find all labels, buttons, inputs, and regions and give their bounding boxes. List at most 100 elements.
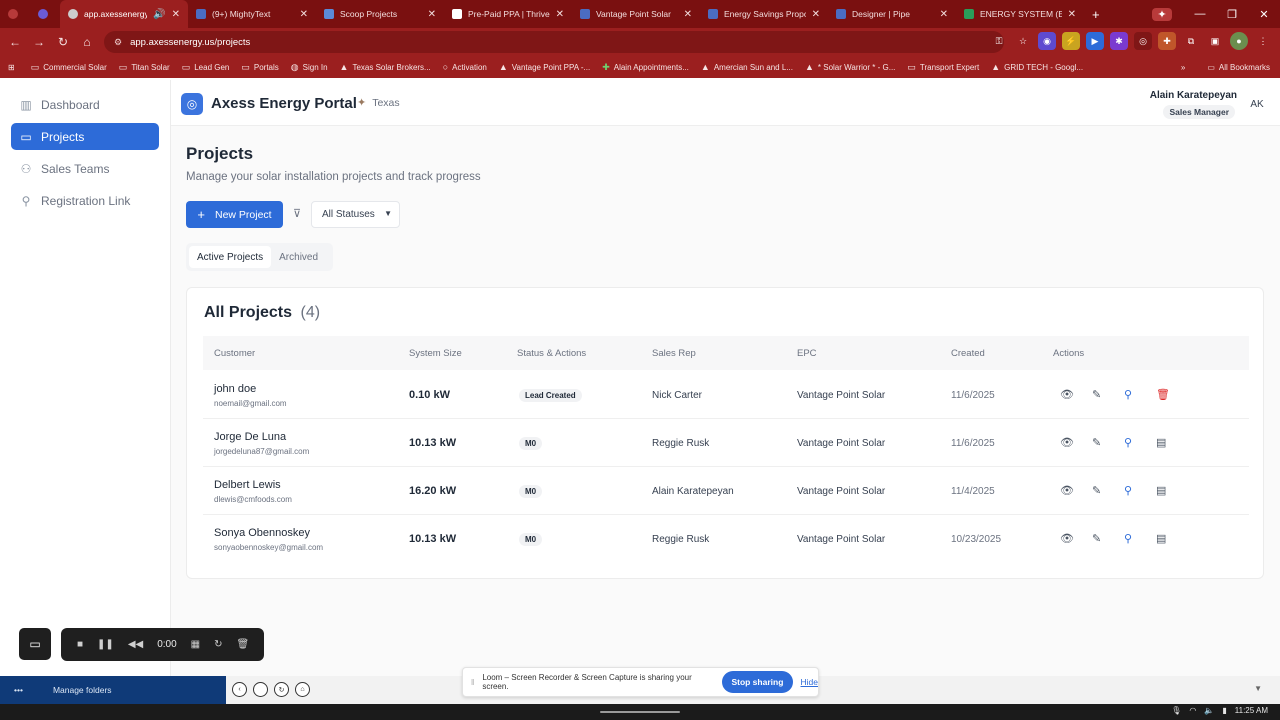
site-info-icon[interactable]: ⚙ <box>114 37 122 48</box>
refresh-circle-icon[interactable]: ↻ <box>274 682 289 697</box>
close-icon[interactable]: ✕ <box>428 9 436 20</box>
bookmark-item[interactable]: ▲ Amercian Sun and L... <box>701 62 793 72</box>
mic-icon[interactable]: 🎙 <box>1171 706 1181 715</box>
portal-logo-icon[interactable]: ◎ <box>181 93 203 115</box>
close-icon[interactable]: ✕ <box>172 9 180 20</box>
bookmark-item[interactable]: ▭ Commercial Solar <box>31 62 107 73</box>
browser-tab-active[interactable]: app.axessenergy.us 🔊 ✕ <box>60 0 188 28</box>
minimize-icon[interactable]: — <box>1184 8 1216 20</box>
browser-tab[interactable]: Pre-Paid PPA | Thrive P ✕ <box>444 0 572 28</box>
new-tab-button[interactable]: + <box>1084 0 1104 28</box>
restart-icon[interactable]: ↻ <box>214 639 222 650</box>
all-bookmarks[interactable]: » ▭ All Bookmarks <box>1181 56 1270 78</box>
bookmark-item[interactable]: ▭ Lead Gen <box>182 62 230 73</box>
sidebar-item-dashboard[interactable]: ▥ Dashboard <box>11 91 159 118</box>
status-badge[interactable]: Lead Created <box>519 389 582 402</box>
extension-icon[interactable]: ✚ <box>1158 32 1176 50</box>
browser-tab[interactable]: Energy Savings Propos ✕ <box>700 0 828 28</box>
customer-name[interactable]: Delbert Lewis <box>214 479 281 491</box>
forward-icon[interactable]: → <box>27 35 51 49</box>
maximize-icon[interactable]: ❐ <box>1216 8 1248 21</box>
bookmark-star-icon[interactable]: ☆ <box>1014 32 1032 50</box>
sidebar-item-projects[interactable]: ▭ Projects <box>11 123 159 150</box>
view-icon[interactable]: 👁 <box>1060 388 1074 401</box>
stop-recording-icon[interactable]: ■ <box>77 639 83 650</box>
status-badge[interactable]: M0 <box>519 437 543 450</box>
browser-tab[interactable] <box>30 0 60 28</box>
side-panel-icon[interactable]: ▣ <box>1206 32 1224 50</box>
apps-icon[interactable]: ⊞ <box>8 63 15 72</box>
bookmark-item[interactable]: ▲ Vantage Point PPA -... <box>499 62 590 72</box>
archive-icon[interactable]: ▤ <box>1156 532 1166 545</box>
password-key-icon[interactable]: ⚿ <box>990 32 1008 50</box>
close-window-icon[interactable]: ✕ <box>1248 8 1280 21</box>
tab-active-projects[interactable]: Active Projects <box>189 246 272 268</box>
assign-user-icon[interactable]: ⚲ <box>1124 484 1132 497</box>
customer-name[interactable]: Jorge De Luna <box>214 431 286 443</box>
chevron-right-icon[interactable]: » <box>1181 63 1185 72</box>
customer-name[interactable]: Sonya Obennoskey <box>214 527 310 539</box>
menu-icon[interactable]: ⋮ <box>1254 32 1272 50</box>
assign-user-icon[interactable]: ⚲ <box>1124 532 1132 545</box>
archive-icon[interactable]: ▤ <box>1156 436 1166 449</box>
blank-circle-icon[interactable] <box>253 682 268 697</box>
sidebar-item-sales-teams[interactable]: ⚇ Sales Teams <box>11 155 159 182</box>
archive-icon[interactable]: ▤ <box>1156 484 1166 497</box>
browser-tab[interactable]: Vantage Point Solar ✕ <box>572 0 700 28</box>
sidebar-item-registration-link[interactable]: ⚲ Registration Link <box>11 187 159 214</box>
extension-icon[interactable]: ◉ <box>1038 32 1056 50</box>
close-icon[interactable]: ✕ <box>1068 9 1076 20</box>
wifi-icon[interactable]: ◠ <box>1189 706 1196 715</box>
tab-archived[interactable]: Archived <box>271 246 326 268</box>
bookmark-item[interactable]: ▭ Portals <box>241 62 278 73</box>
assign-user-icon[interactable]: ⚲ <box>1124 388 1132 401</box>
bookmark-item[interactable]: ▲ * Solar Warrior * - G... <box>805 62 895 72</box>
extension-icon[interactable]: ◎ <box>1134 32 1152 50</box>
manage-folders-bar[interactable]: ••• Manage folders <box>0 676 226 704</box>
bookmark-item[interactable]: ▭ Transport Expert <box>907 62 979 73</box>
view-icon[interactable]: 👁 <box>1060 532 1074 545</box>
close-icon[interactable]: ✕ <box>684 9 692 20</box>
new-project-button[interactable]: + New Project <box>186 201 283 228</box>
stop-sharing-button[interactable]: Stop sharing <box>722 671 793 693</box>
edit-icon[interactable]: ✎ <box>1092 532 1101 545</box>
close-icon[interactable]: ✕ <box>940 9 948 20</box>
profile-icon[interactable]: ● <box>1230 32 1248 50</box>
status-filter-select[interactable]: All Statuses ▼ <box>311 201 400 228</box>
delete-icon[interactable]: 🗑 <box>1156 388 1170 401</box>
extension-icon[interactable]: ▶ <box>1086 32 1104 50</box>
close-icon[interactable]: ✕ <box>812 9 820 20</box>
status-badge[interactable]: M0 <box>519 533 543 546</box>
grid-icon[interactable]: ▦ <box>191 639 200 650</box>
clock[interactable]: 11:25 AM <box>1235 706 1268 715</box>
hide-link[interactable]: Hide <box>801 677 818 687</box>
assign-user-icon[interactable]: ⚲ <box>1124 436 1132 449</box>
bookmark-item[interactable]: ▲ GRID TECH - Googl... <box>991 62 1083 72</box>
drag-handle-icon[interactable]: ‖ <box>471 678 474 687</box>
bookmark-item[interactable]: ✚ Alain Appointments... <box>602 62 689 73</box>
home-circle-icon[interactable]: ⌂ <box>295 682 310 697</box>
bookmark-item[interactable]: ▭ Titan Solar <box>119 62 170 73</box>
bookmark-item[interactable]: ○ Activation <box>443 62 487 72</box>
browser-tab[interactable]: Designer | Pipe ✕ <box>828 0 956 28</box>
home-icon[interactable]: ⌂ <box>75 35 99 49</box>
customer-name[interactable]: john doe <box>214 383 256 395</box>
rewind-icon[interactable]: ◀◀ <box>128 639 143 650</box>
volume-icon[interactable]: 🔈 <box>1204 706 1214 715</box>
puzzle-icon[interactable]: ⧉ <box>1182 32 1200 50</box>
gemini-icon[interactable]: ✦ <box>1152 7 1172 21</box>
trash-icon[interactable]: 🗑 <box>237 639 250 650</box>
view-icon[interactable]: 👁 <box>1060 436 1074 449</box>
more-icon[interactable]: ••• <box>14 685 23 695</box>
status-badge[interactable]: M0 <box>519 485 543 498</box>
edit-icon[interactable]: ✎ <box>1092 484 1101 497</box>
close-icon[interactable]: ✕ <box>300 9 308 20</box>
edit-icon[interactable]: ✎ <box>1092 388 1101 401</box>
browser-tab[interactable]: (9+) MightyText ✕ <box>188 0 316 28</box>
extension-icon[interactable]: ✱ <box>1110 32 1128 50</box>
pause-icon[interactable]: ❚❚ <box>97 639 114 650</box>
bookmark-item[interactable]: ▲ Texas Solar Brokers... <box>340 62 431 72</box>
extension-icon[interactable]: ⚡ <box>1062 32 1080 50</box>
browser-tab[interactable]: ENERGY SYSTEM (ESA ✕ <box>956 0 1084 28</box>
camera-toggle-button[interactable]: ▭ <box>19 628 51 660</box>
